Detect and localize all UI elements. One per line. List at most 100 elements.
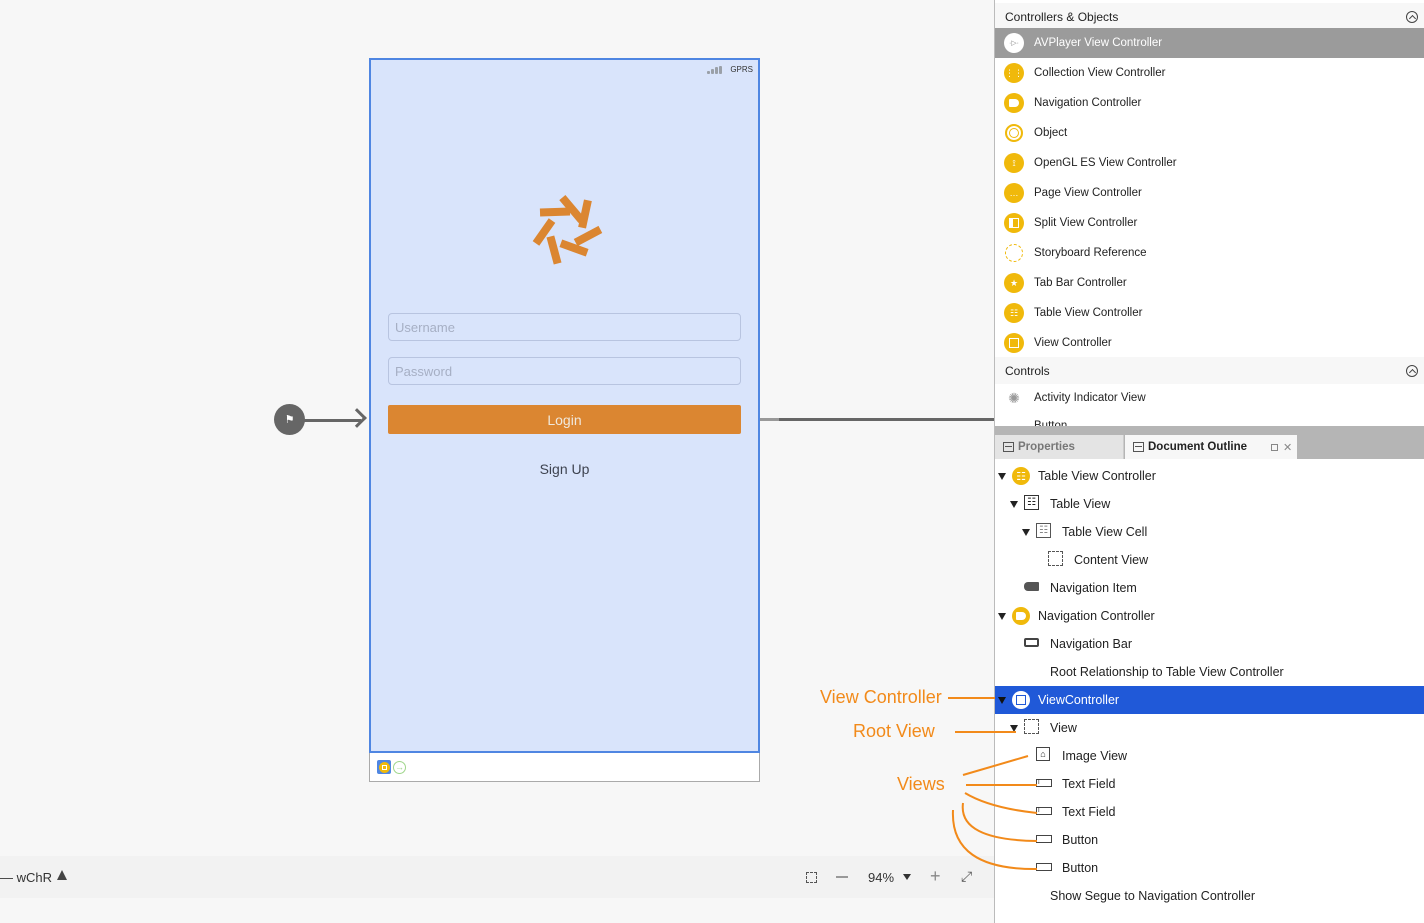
library-item[interactable]: ✺ Activity Indicator View [995,383,1424,413]
library-item-label: Navigation Controller [1034,97,1142,109]
outline-row[interactable]: Navigation Item [995,574,1424,602]
outline-row[interactable]: Navigation Bar [995,630,1424,658]
library-item[interactable]: Object [995,118,1424,148]
inspector-tab-bar: Properties Document Outline ✕ [995,426,1424,459]
tab-bar-icon: ★ [1004,273,1024,293]
library-item[interactable]: ⋮⋮ Collection View Controller [995,58,1424,88]
outline-row-label: ViewController [1038,693,1120,707]
outline-row[interactable]: Show Segue to Navigation Controller [995,882,1424,910]
device-config-label[interactable]: — wChR [0,870,52,885]
disclosure-triangle-icon[interactable] [1022,529,1030,536]
library-item[interactable]: View Controller [995,328,1424,358]
annotation-root-view: Root View [853,721,935,741]
close-icon[interactable]: ✕ [1283,441,1292,454]
annotation-view-controller: View Controller [820,687,942,707]
outline-row[interactable]: ☷ Table View Cell [995,518,1424,546]
tab-label: Properties [1018,441,1075,453]
activity-indicator-icon: ✺ [1008,389,1020,406]
collapse-icon[interactable] [1406,11,1418,23]
username-field[interactable]: Username [388,313,741,341]
entry-point-flag-icon[interactable]: ⚑ [274,404,305,435]
library-item-label: View Controller [1034,337,1112,349]
outline-row[interactable]: Button [995,854,1424,882]
exit-dock-icon[interactable]: → [393,760,406,774]
outline-row[interactable]: I Text Field [995,798,1424,826]
library-item[interactable]: … Page View Controller [995,178,1424,208]
show-segue-line[interactable] [760,418,994,421]
section-header-controllers[interactable]: Controllers & Objects [995,3,1424,30]
tab-document-outline[interactable]: Document Outline ✕ [1125,435,1297,459]
zoom-to-fit-icon[interactable] [806,871,817,883]
outline-row[interactable]: ViewController [995,686,1424,714]
section-title: Controls [1005,363,1050,378]
disclosure-triangle-icon[interactable] [998,697,1006,704]
library-item[interactable]: ⟟ OpenGL ES View Controller [995,148,1424,178]
library-item[interactable]: ☷ Table View Controller [995,298,1424,328]
outline-row-label: Button [1062,833,1099,847]
disclosure-triangle-icon[interactable] [1010,501,1018,508]
disclosure-triangle-icon[interactable] [998,473,1006,480]
storyboard-canvas[interactable]: ⚑ GPRS Username Password Login Sign Up →… [0,0,994,923]
zoom-out-icon[interactable] [836,876,848,878]
tab-label: Document Outline [1148,441,1248,453]
outline-row[interactable]: View [995,714,1424,742]
button-icon [1036,859,1052,875]
outline-row-label: Content View [1074,553,1149,567]
signal-bars-icon [707,65,723,74]
outline-row-label: Root Relationship to Table View Controll… [1050,665,1284,679]
view-icon [1024,719,1040,735]
view-controller-scene[interactable]: GPRS Username Password Login Sign Up [369,58,760,753]
library-item[interactable]: Navigation Controller [995,88,1424,118]
disclosure-triangle-icon[interactable] [998,613,1006,620]
outline-row-label: Button [1062,861,1099,875]
collapse-icon[interactable] [1406,365,1418,377]
sign-up-button[interactable]: Sign Up [388,461,741,477]
outline-row[interactable]: Button [995,826,1424,854]
outline-row[interactable]: Root Relationship to Table View Controll… [995,658,1424,686]
outline-row[interactable]: Content View [995,546,1424,574]
object-ring-icon [1004,123,1024,143]
library-item-label: Activity Indicator View [1034,392,1146,404]
table-view-controller-icon: ☷ [1012,467,1030,485]
navigation-icon [1004,93,1024,113]
outline-row[interactable]: Navigation Controller [995,602,1424,630]
outline-row-label: Table View Cell [1062,525,1148,539]
page-dots-icon: … [1004,183,1024,203]
library-item[interactable]: ★ Tab Bar Controller [995,268,1424,298]
library-item[interactable]: ·▷· AVPlayer View Controller [995,28,1424,58]
detach-icon[interactable] [1271,443,1278,451]
expand-icon[interactable]: ⤢ [961,868,972,885]
disclosure-triangle-icon[interactable] [1010,725,1018,732]
entry-arrow-head [347,408,367,428]
view-controller-dock-icon[interactable] [377,760,391,774]
password-field[interactable]: Password [388,357,741,385]
password-placeholder: Password [395,363,453,379]
zoom-dropdown-icon[interactable] [903,874,911,880]
annotation-views: Views [897,774,945,794]
login-button[interactable]: Login [388,405,741,434]
tab-properties[interactable]: Properties [995,435,1124,459]
scene-dock: → [369,753,760,782]
username-placeholder: Username [395,319,455,335]
device-config-toggle-icon[interactable] [57,870,67,880]
zoom-level[interactable]: 94% [868,870,908,885]
carrier-label: GPRS [730,65,753,74]
library-item[interactable]: Storyboard Reference [995,238,1424,268]
outline-row-label: Table View [1050,497,1111,511]
image-view-icon: ⌂ [1036,747,1052,763]
zoom-in-icon[interactable]: + [930,866,941,887]
canvas-bottom-bar: — wChR 94% + ⤢ [0,856,994,898]
outline-row[interactable]: ☷ Table View [995,490,1424,518]
library-item-label: Table View Controller [1034,307,1143,319]
document-outline: ☷ Table View Controller ☷ Table View ☷ Table … [995,459,1424,923]
section-header-controls[interactable]: Controls [995,357,1424,384]
navigation-controller-icon [1012,607,1030,625]
logo-image[interactable] [526,190,606,270]
button-icon [1036,831,1052,847]
library-item[interactable]: Split View Controller [995,208,1424,238]
outline-row[interactable]: ☷ Table View Controller [995,462,1424,490]
outline-row[interactable]: I Text Field [995,770,1424,798]
outline-row[interactable]: ⌂ Image View [995,742,1424,770]
outline-row-label: View [1050,721,1077,735]
view-controller-icon [1012,691,1030,709]
